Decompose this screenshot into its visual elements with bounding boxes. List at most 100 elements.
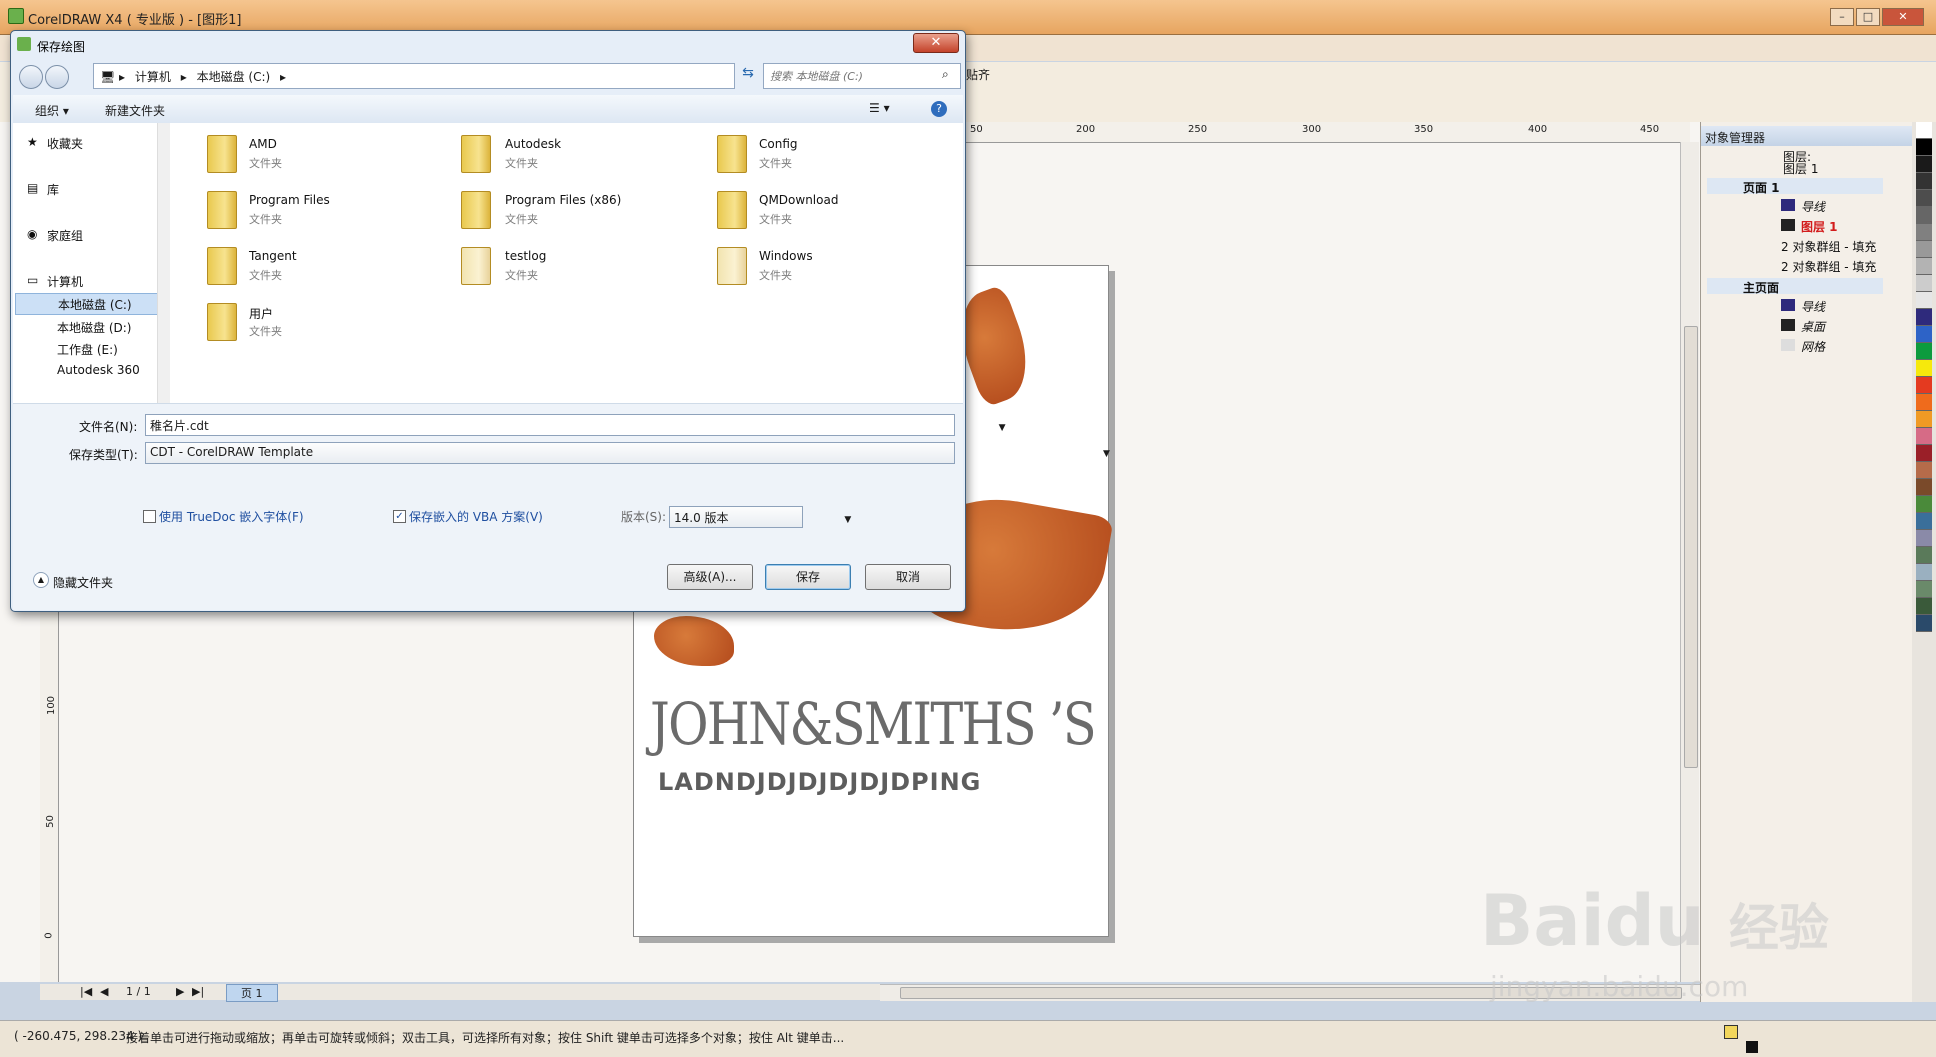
tree-master-grid[interactable]: 网格 [1801,338,1825,355]
color-swatch[interactable] [1916,343,1932,360]
advanced-button[interactable]: 高级(A)... [667,564,753,590]
dialog-close-button[interactable]: ✕ [913,33,959,53]
forward-button[interactable] [45,65,69,89]
tree-group-item[interactable]: 2 对象群组 - 填充 [1781,238,1876,255]
tree-master-desktop[interactable]: 桌面 [1801,318,1825,335]
hide-folders-toggle[interactable]: 隐藏文件夹 [53,574,113,591]
nav-autodesk360[interactable]: Autodesk 360 [57,363,140,377]
tree-guides-layer[interactable]: 导线 [1801,198,1825,215]
color-swatch[interactable] [1916,513,1932,530]
folder-name[interactable]: testlog [505,249,546,263]
save-button[interactable]: 保存 [765,564,851,590]
tree-page1-row[interactable]: 页面 1 [1707,178,1883,195]
vba-label[interactable]: 保存嵌入的 VBA 方案(V) [409,508,543,525]
tree-master-guides[interactable]: 导线 [1801,298,1825,315]
color-swatch[interactable] [1916,309,1932,326]
close-window-button[interactable]: ✕ [1882,8,1924,26]
folder-name[interactable]: Program Files (x86) [505,193,621,207]
folder-name[interactable]: Config [759,137,798,151]
truedoc-checkbox[interactable] [143,510,156,523]
chevron-down-icon[interactable]: ▼ [844,515,851,525]
color-swatch[interactable] [1916,564,1932,581]
nav-drive-e[interactable]: 工作盘 (E:) [57,341,118,358]
color-swatch[interactable] [1916,258,1932,275]
color-swatch[interactable] [1916,360,1932,377]
folder-name[interactable]: 用户 [249,305,273,322]
nav-libraries[interactable]: 库 [47,181,59,198]
color-swatch[interactable] [1916,445,1932,462]
color-swatch[interactable] [1916,156,1932,173]
version-select[interactable]: 14.0 版本 ▼ [669,506,851,528]
organize-menu[interactable]: 组织 ▾ [35,102,69,119]
folder-name[interactable]: Tangent [249,249,297,263]
color-swatch[interactable] [1916,292,1932,309]
color-swatch[interactable] [1916,411,1932,428]
nav-computer[interactable]: 计算机 [47,273,83,290]
chevron-up-icon[interactable]: ▲ [33,572,49,588]
view-options-icon[interactable]: ☰ ▾ [869,101,890,115]
fill-indicator-icon[interactable] [1724,1025,1738,1039]
filetype-select[interactable]: CDT - CorelDRAW Template ▼ [145,442,1110,464]
first-page-button[interactable]: |◀ [80,985,92,998]
search-box[interactable]: ⌕ [763,63,961,89]
color-swatch[interactable] [1916,173,1932,190]
truedoc-label[interactable]: 使用 TrueDoc 嵌入字体(F) [159,508,304,525]
color-swatch[interactable] [1916,241,1932,258]
color-swatch[interactable] [1916,190,1932,207]
folder-name[interactable]: Windows [759,249,813,263]
color-swatch[interactable] [1916,530,1932,547]
filename-field[interactable]: 稚名片.cdt ▼ [145,414,1006,436]
breadcrumb-computer[interactable]: 计算机 [135,70,171,84]
color-swatch[interactable] [1916,598,1932,615]
color-swatch[interactable] [1916,394,1932,411]
nav-selected-drive[interactable]: 本地磁盘 (C:) [15,293,165,315]
color-swatch[interactable] [1916,377,1932,394]
prev-page-button[interactable]: ◀ [100,985,108,998]
brand-text[interactable]: JOHN&SMITHS ’S [650,690,1097,758]
tree-layer1[interactable]: 图层 1 [1801,218,1838,235]
minimize-button[interactable]: – [1830,8,1854,26]
back-button[interactable] [19,65,43,89]
color-swatch[interactable] [1916,326,1932,343]
vba-checkbox[interactable]: ✓ [393,510,406,523]
help-icon[interactable]: ? [931,101,947,117]
page-tab[interactable]: 页 1 [226,984,278,1002]
folder-name[interactable]: QMDownload [759,193,838,207]
color-swatch[interactable] [1916,122,1932,139]
vertical-scrollbar[interactable] [1680,142,1699,982]
maple-leaf-shape[interactable] [654,616,734,666]
folder-name[interactable]: AMD [249,137,277,151]
tree-master-row[interactable]: 主页面 [1707,278,1883,295]
color-swatch[interactable] [1916,139,1932,156]
nav-homegroup[interactable]: 家庭组 [47,227,83,244]
color-swatch[interactable] [1916,547,1932,564]
color-swatch[interactable] [1916,479,1932,496]
address-bar[interactable]: 🖥 ▸ 计算机 ▸ 本地磁盘 (C:) ▸ [93,63,735,89]
chevron-down-icon[interactable]: ▼ [999,423,1006,433]
nav-drive-d[interactable]: 本地磁盘 (D:) [57,319,131,336]
cancel-button[interactable]: 取消 [865,564,951,590]
search-input[interactable] [768,65,932,87]
color-swatch[interactable] [1916,207,1932,224]
color-swatch[interactable] [1916,275,1932,292]
refresh-icon[interactable]: ⇆ [737,65,759,87]
folder-name[interactable]: Program Files [249,193,330,207]
scrollbar-thumb[interactable] [1684,326,1698,768]
search-icon[interactable]: ⌕ [942,67,949,82]
breadcrumb-drive-c[interactable]: 本地磁盘 (C:) [197,70,271,84]
next-page-button[interactable]: ▶ [176,985,184,998]
outline-indicator-icon[interactable] [1746,1041,1758,1053]
snap-to-button[interactable]: 贴齐 [966,66,990,83]
maximize-button[interactable]: □ [1856,8,1880,26]
color-swatch[interactable] [1916,496,1932,513]
folder-name[interactable]: Autodesk [505,137,561,151]
color-swatch[interactable] [1916,615,1932,632]
last-page-button[interactable]: ▶| [192,985,204,998]
color-swatch[interactable] [1916,581,1932,598]
color-swatch[interactable] [1916,224,1932,241]
color-swatch[interactable] [1916,462,1932,479]
color-swatch[interactable] [1916,428,1932,445]
subtitle-text[interactable]: LADNDJDJDJDJDJDPING [658,768,981,796]
nav-favorites[interactable]: 收藏夹 [47,135,83,152]
nav-scrollbar[interactable] [157,123,170,403]
